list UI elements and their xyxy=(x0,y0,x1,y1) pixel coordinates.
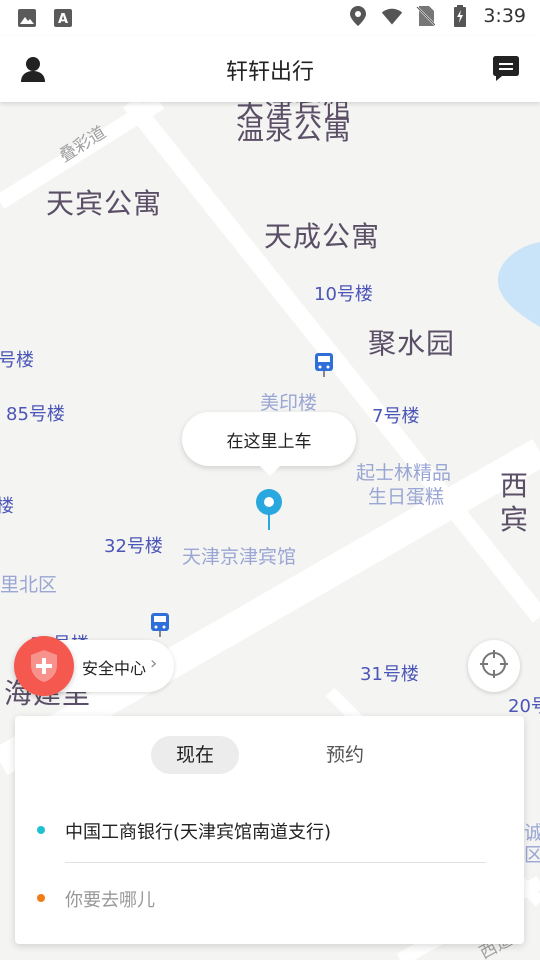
wifi-icon xyxy=(381,5,403,27)
map-label-b10: 10号楼 xyxy=(314,284,373,305)
tab-reserve[interactable]: 预约 xyxy=(303,736,387,774)
location-icon xyxy=(347,5,369,27)
map-label-qishilin-1: 起士林精品 xyxy=(356,462,452,484)
text-notification-icon: A xyxy=(52,7,74,29)
map-label-partial-left: 号楼 xyxy=(0,350,34,371)
map-label-hotel: 天津京津宾馆 xyxy=(182,546,297,568)
map-label-wenquan: 温泉公寓 xyxy=(236,113,353,146)
destination-dot-icon xyxy=(37,894,45,902)
shield-plus-icon[interactable] xyxy=(14,636,74,696)
page-title: 轩轩出行 xyxy=(225,60,314,85)
battery-charging-icon xyxy=(449,5,471,27)
map-label-xi-2: 宾 xyxy=(500,503,530,536)
destination-input[interactable]: 你要去哪儿 xyxy=(65,886,155,912)
map-label-b20: 20号 xyxy=(508,696,540,717)
pickup-bubble-text: 在这里上车 xyxy=(226,431,312,452)
svg-text:A: A xyxy=(58,12,68,27)
map-label-lou-edge: 楼 xyxy=(0,496,14,517)
map-label-partial-right-2: 区 xyxy=(524,844,540,866)
divider xyxy=(65,862,486,863)
destination-row[interactable]: 你要去哪儿 xyxy=(15,878,524,918)
message-icon[interactable] xyxy=(492,54,522,84)
chevron-right-icon: › xyxy=(150,653,158,674)
pickup-bubble[interactable]: 在这里上车 xyxy=(182,412,356,476)
tab-now[interactable]: 现在 xyxy=(151,736,239,774)
map-label-b7: 7号楼 xyxy=(372,406,420,427)
bus-stop-icon[interactable] xyxy=(314,352,334,378)
map-label-tiancheng: 天成公寓 xyxy=(264,220,381,253)
app-header: 轩轩出行 xyxy=(0,36,540,102)
origin-text: 中国工商银行(天津宾馆南道支行) xyxy=(65,822,332,843)
map-label-jushuiyuan: 聚水园 xyxy=(368,327,456,360)
map-label-qishilin-2: 生日蛋糕 xyxy=(368,486,445,508)
no-sim-icon xyxy=(415,5,437,27)
image-icon xyxy=(16,7,38,29)
status-bar: A 3:39 xyxy=(0,0,540,36)
map-label-tianbin: 天宾公寓 xyxy=(46,187,163,220)
bus-stop-icon[interactable] xyxy=(150,612,170,638)
map-label-b31: 31号楼 xyxy=(360,664,419,685)
safety-center-label: 安全中心 xyxy=(82,659,147,678)
pickup-pin-icon xyxy=(254,488,284,532)
map-label-libeiqu: 里北区 xyxy=(0,574,58,596)
status-time: 3:39 xyxy=(483,5,526,27)
map-label-meiyin: 美印楼 xyxy=(260,392,318,414)
origin-row[interactable]: 中国工商银行(天津宾馆南道支行) xyxy=(15,812,524,852)
locate-button[interactable] xyxy=(468,640,520,692)
map-label-b32: 32号楼 xyxy=(104,536,163,557)
booking-card: 现在 预约 中国工商银行(天津宾馆南道支行) 你要去哪儿 xyxy=(15,716,524,944)
origin-dot-icon xyxy=(37,826,45,834)
locate-crosshair-icon xyxy=(478,648,510,684)
map-label-b85: 85号楼 xyxy=(6,404,65,425)
